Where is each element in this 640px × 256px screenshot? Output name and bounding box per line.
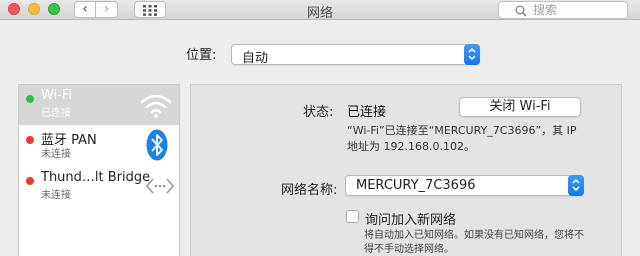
updown-chevron-icon [468, 47, 476, 61]
close-window-button[interactable] [8, 3, 20, 15]
ask-join-checkbox[interactable] [346, 210, 359, 223]
location-select[interactable]: 自动 [231, 44, 480, 66]
ask-join-description-line2: 得不手动选择网络。 [364, 244, 454, 255]
service-status: 已连接 [41, 108, 71, 119]
service-name: Wi-Fi [41, 88, 73, 103]
grid-icon [143, 5, 157, 16]
service-status: 未连接 [41, 149, 71, 160]
service-item-wifi[interactable]: Wi-Fi 已连接 [19, 85, 179, 125]
location-stepper[interactable] [464, 44, 480, 65]
network-name-label: 网络名称: [281, 183, 338, 198]
window-title: 网络 [306, 6, 333, 21]
status-value: 已连接 [347, 105, 387, 120]
search-field[interactable] [498, 1, 628, 19]
minimize-window-button[interactable] [28, 3, 40, 15]
status-description-line1: “Wi-Fi”已连接至“MERCURY_7C3696”，其 IP [347, 124, 577, 137]
network-name-select[interactable]: MERCURY_7C3696 [345, 175, 584, 196]
network-name-stepper[interactable] [568, 175, 584, 196]
location-value: 自动 [242, 51, 269, 66]
bluetooth-icon [146, 129, 168, 161]
window-toolbar: ‹ › 网络 [0, 0, 640, 21]
service-name: Thund…lt Bridge [41, 170, 151, 185]
back-button[interactable]: ‹ [74, 1, 96, 18]
wifi-icon [140, 94, 172, 118]
service-status: 未连接 [41, 190, 71, 201]
updown-chevron-icon [572, 178, 580, 192]
status-description-line2: 地址为 192.168.0.102。 [347, 140, 475, 153]
network-name-value: MERCURY_7C3696 [356, 178, 476, 193]
turn-off-wifi-button[interactable]: 关闭 Wi-Fi [459, 97, 581, 117]
service-item-bluetooth-pan[interactable]: 蓝牙 PAN 未连接 [19, 126, 179, 166]
status-label: 状态: [303, 105, 334, 120]
thunderbolt-bridge-icon [146, 178, 174, 194]
status-dot-disconnected [26, 177, 34, 185]
location-label: 位置: [186, 48, 217, 63]
zoom-window-button[interactable] [48, 3, 60, 15]
search-input[interactable] [533, 3, 621, 17]
service-list: Wi-Fi 已连接 蓝牙 PAN 未连接 Thund…lt Bridge 未连接 [18, 84, 180, 256]
service-item-thunderbolt-bridge[interactable]: Thund…lt Bridge 未连接 [19, 167, 179, 207]
show-all-preferences-button[interactable] [134, 1, 166, 18]
status-dot-connected [26, 95, 34, 103]
ask-join-label[interactable]: 询问加入新网络 [365, 209, 456, 228]
forward-button[interactable]: › [96, 1, 118, 18]
search-icon [515, 5, 527, 17]
status-dot-disconnected [26, 136, 34, 144]
